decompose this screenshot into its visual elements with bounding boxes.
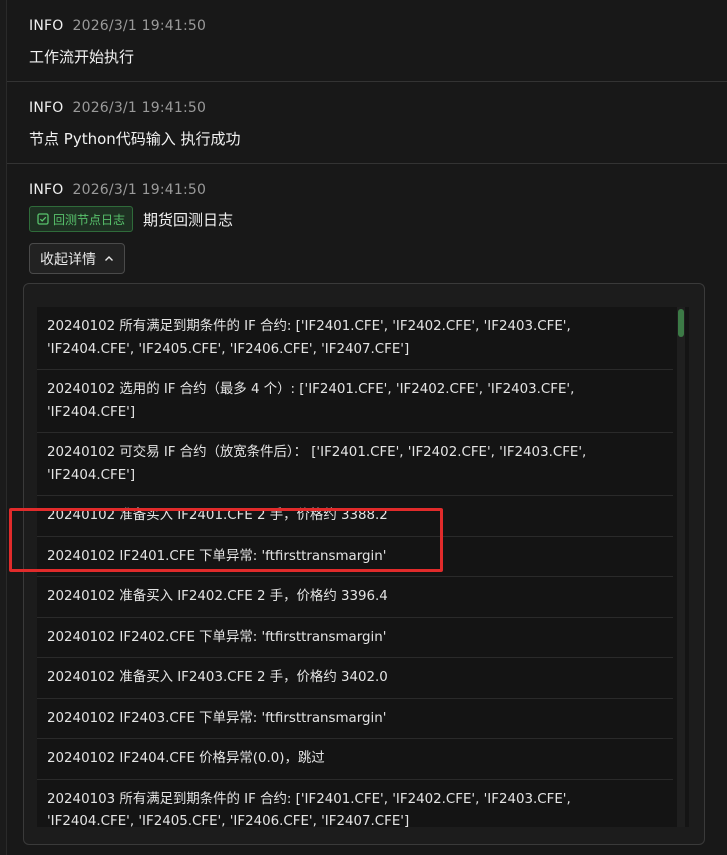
log-level: INFO xyxy=(29,18,64,34)
scrollbar[interactable] xyxy=(677,307,685,827)
log-scroll-area[interactable]: 20240102 所有满足到期条件的 IF 合约: ['IF2401.CFE',… xyxy=(37,307,689,827)
chevron-up-icon xyxy=(105,255,113,261)
log-line: 20240102 IF2401.CFE 下单异常: 'ftfirsttransm… xyxy=(37,537,673,577)
log-time: 2026/3/1 19:41:50 xyxy=(72,18,207,34)
log-line: 20240102 所有满足到期条件的 IF 合约: ['IF2401.CFE',… xyxy=(37,307,673,370)
log-line: 20240102 准备买入 IF2402.CFE 2 手，价格约 3396.4 xyxy=(37,577,673,618)
collapse-details-button[interactable]: 收起详情 xyxy=(29,243,125,274)
log-line: 20240102 准备买入 IF2403.CFE 2 手，价格约 3402.0 xyxy=(37,658,673,699)
log-line: 20240102 IF2402.CFE 下单异常: 'ftfirsttransm… xyxy=(37,618,673,658)
log-entry: INFO 2026/3/1 19:41:50 回测节点日志 期货回测日志 收起详情 xyxy=(7,164,727,274)
scrollbar-thumb[interactable] xyxy=(678,309,684,337)
log-level: INFO xyxy=(29,182,64,198)
log-entry: INFO 2026/3/1 19:41:50 工作流开始执行 xyxy=(7,0,727,82)
log-time: 2026/3/1 19:41:50 xyxy=(72,100,207,116)
collapse-label: 收起详情 xyxy=(40,251,96,268)
log-entry: INFO 2026/3/1 19:41:50 节点 Python代码输入 执行成功 xyxy=(7,82,727,164)
log-message: 节点 Python代码输入 执行成功 xyxy=(29,130,241,148)
log-line: 20240102 选用的 IF 合约（最多 4 个）: ['IF2401.CFE… xyxy=(37,370,673,433)
log-level: INFO xyxy=(29,100,64,116)
log-line: 20240103 所有满足到期条件的 IF 合约: ['IF2401.CFE',… xyxy=(37,780,673,828)
log-line: 20240102 IF2404.CFE 价格异常(0.0)，跳过 xyxy=(37,739,673,780)
log-line: 20240102 IF2403.CFE 下单异常: 'ftfirsttransm… xyxy=(37,699,673,739)
log-time: 2026/3/1 19:41:50 xyxy=(72,182,207,198)
log-line: 20240102 可交易 IF 合约（放宽条件后）： ['IF2401.CFE'… xyxy=(37,433,673,496)
badge-label: 回测节点日志 xyxy=(53,212,126,227)
log-message: 工作流开始执行 xyxy=(29,48,135,66)
status-badge: 回测节点日志 xyxy=(29,206,134,232)
log-meta: INFO 2026/3/1 19:41:50 xyxy=(29,182,727,198)
log-tagline: 回测节点日志 期货回测日志 xyxy=(29,206,727,232)
log-meta: INFO 2026/3/1 19:41:50 xyxy=(29,18,727,34)
details-box: 20240102 所有满足到期条件的 IF 合约: ['IF2401.CFE',… xyxy=(23,283,705,845)
log-line: 20240102 准备买入 IF2401.CFE 2 手，价格约 3388.2 xyxy=(37,496,673,537)
log-meta: INFO 2026/3/1 19:41:50 xyxy=(29,100,727,116)
log-message: 期货回测日志 xyxy=(143,210,234,229)
check-square-icon xyxy=(37,213,49,225)
